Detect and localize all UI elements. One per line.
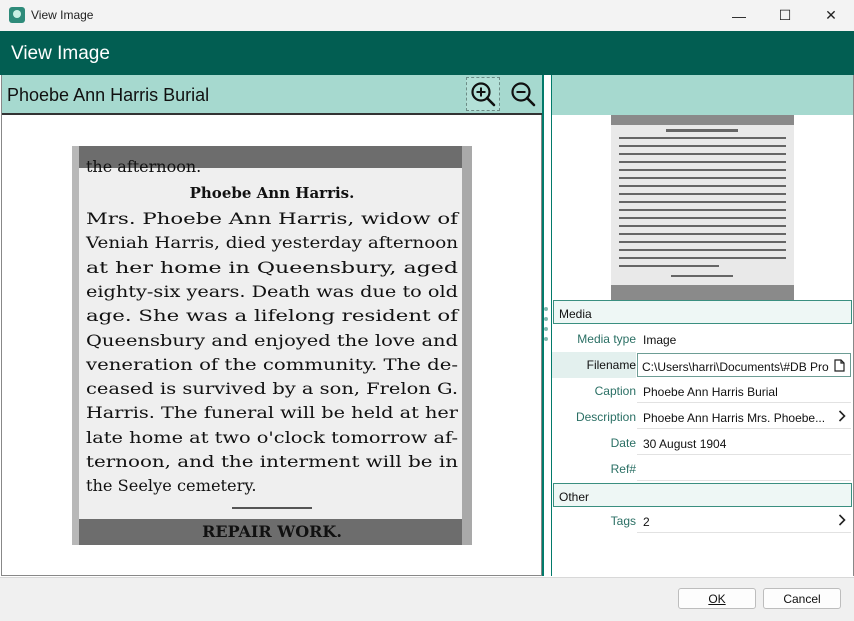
splitter-grip-icon[interactable] [544, 307, 548, 345]
property-label: Date [610, 436, 636, 450]
filename-value: C:\Users\harri\Documents\#DB Pro [642, 360, 829, 374]
maximize-button[interactable]: ☐ [762, 0, 808, 31]
app-tree-icon [9, 7, 25, 23]
article-line: Mrs. Phoebe Ann Harris, widow of [86, 209, 459, 228]
dialog-header: View Image [0, 31, 854, 75]
article-line: Veniah Harris, died yesterday afternoon [85, 233, 458, 252]
tags-value: 2 [643, 515, 650, 529]
image-panel: Phoebe Ann Harris Burial the afternoon. [1, 75, 543, 576]
property-label: Tags [610, 514, 636, 528]
image-thumbnail[interactable] [611, 115, 794, 300]
image-panel-header: Phoebe Ann Harris Burial [2, 75, 543, 115]
close-button[interactable]: ✕ [808, 0, 854, 31]
property-row-media-type: Media type Image [552, 326, 853, 352]
section-other[interactable]: Other [553, 483, 852, 507]
article-line: Queensbury and enjoyed the love and [86, 331, 458, 350]
zoom-out-button[interactable] [506, 77, 540, 111]
description-field[interactable]: Phoebe Ann Harris Mrs. Phoebe... [637, 405, 851, 429]
dialog-title: View Image [11, 43, 110, 64]
ref-value[interactable] [637, 457, 851, 481]
dialog-footer: OK Cancel [0, 577, 854, 621]
article-line: Harris. The funeral will be held at her [86, 403, 458, 422]
zoom-out-icon [511, 82, 536, 107]
property-row-caption: Caption Phoebe Ann Harris Burial [552, 378, 853, 404]
property-row-filename: Filename C:\Users\harri\Documents\#DB Pr… [552, 352, 853, 378]
property-label: Caption [594, 384, 636, 398]
window-title: View Image [31, 8, 94, 22]
article-headline: Phoebe Ann Harris. [190, 184, 355, 202]
ok-button[interactable]: OK [678, 588, 756, 609]
article-line: at her home in Queensbury, aged [86, 258, 458, 277]
properties-panel: Media Media type Image Filename C:\Users… [552, 75, 854, 576]
caption-value[interactable]: Phoebe Ann Harris Burial [637, 379, 851, 403]
properties-header [552, 75, 853, 115]
property-label: Description [575, 410, 636, 424]
article-line: age. She was a lifelong resident of [86, 306, 459, 325]
minimize-button[interactable]: — [716, 0, 762, 31]
article-next-headline: REPAIR WORK. [202, 522, 342, 541]
zoom-in-icon [471, 82, 496, 107]
article-line: late home at two o'clock tomorrow af- [86, 428, 458, 447]
description-value: Phoebe Ann Harris Mrs. Phoebe... [643, 411, 826, 425]
property-row-description: Description Phoebe Ann Harris Mrs. Phoeb… [552, 404, 853, 430]
chevron-right-icon[interactable] [838, 410, 846, 422]
article-line: veneration of the community. The de- [85, 355, 458, 374]
tags-field[interactable]: 2 [637, 509, 851, 533]
title-bar: View Image — ☐ ✕ [0, 0, 854, 32]
media-type-value[interactable]: Image [637, 327, 851, 351]
zoom-in-button[interactable] [466, 77, 500, 111]
article-top-line: the afternoon. [86, 157, 201, 176]
filename-field[interactable]: C:\Users\harri\Documents\#DB Pro [637, 353, 851, 377]
article-line: the Seelye cemetery. [86, 476, 257, 495]
article-line: ceased is survived by a son, Frelon G. [86, 379, 458, 398]
property-row-tags: Tags 2 [552, 508, 853, 534]
chevron-right-icon[interactable] [838, 514, 846, 526]
property-row-date: Date 30 August 1904 [552, 430, 853, 456]
property-label: Media type [577, 332, 636, 346]
article-line: ternoon, and the interment will be in [86, 452, 458, 471]
property-row-ref: Ref# [552, 456, 853, 482]
image-title: Phoebe Ann Harris Burial [7, 85, 210, 105]
date-value[interactable]: 30 August 1904 [637, 431, 851, 455]
section-media[interactable]: Media [553, 300, 852, 324]
property-label: Filename [552, 352, 636, 378]
ok-button-label: OK [708, 592, 726, 606]
newspaper-clipping-image[interactable]: the afternoon. Phoebe Ann Harris. Mrs. P… [72, 146, 472, 545]
article-line: eighty-six years. Death was due to old [86, 282, 458, 301]
file-icon[interactable] [834, 359, 845, 372]
property-label: Ref# [610, 462, 636, 476]
cancel-button[interactable]: Cancel [763, 588, 841, 609]
